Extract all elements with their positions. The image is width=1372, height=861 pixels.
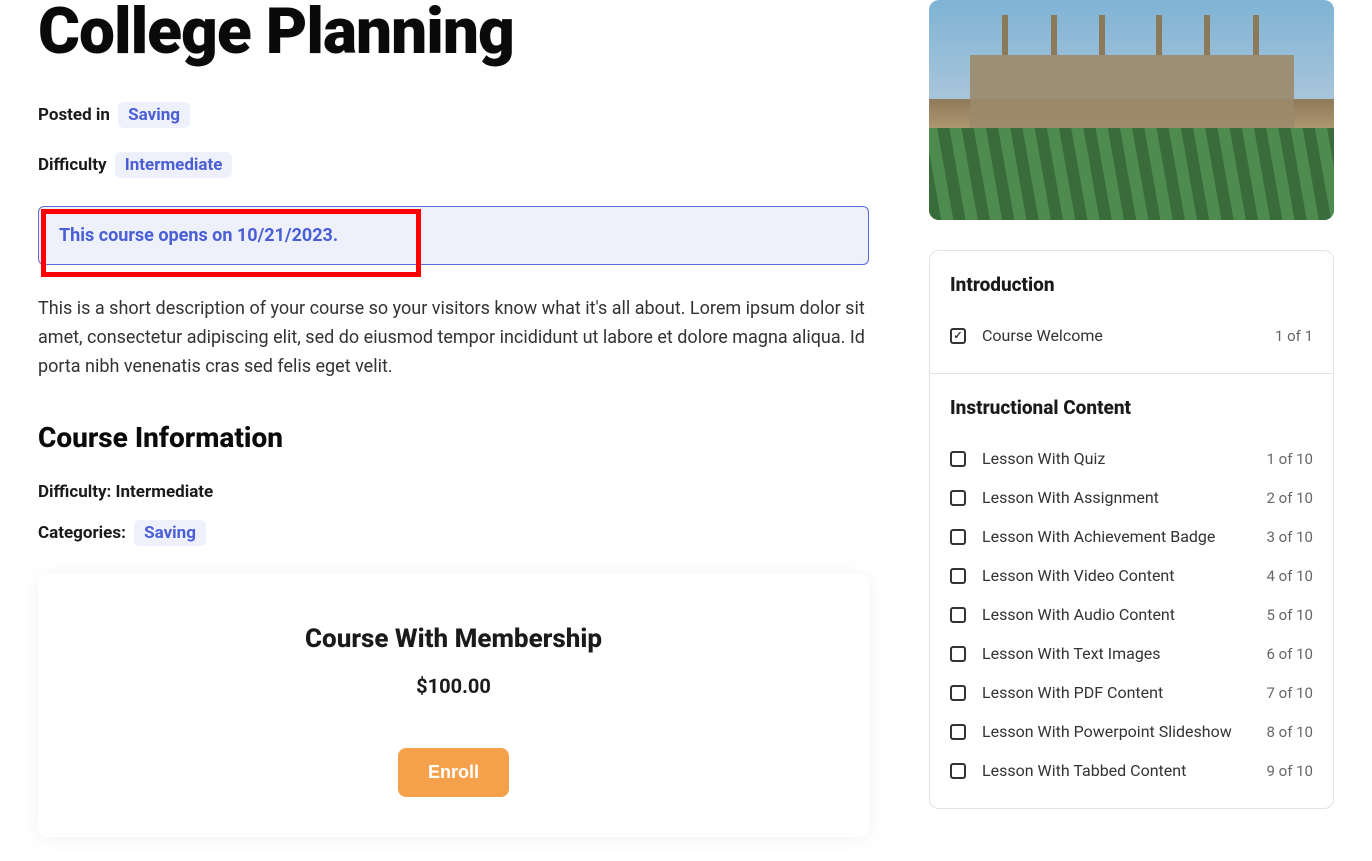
lesson-progress: 5 of 10	[1266, 606, 1313, 624]
lesson-progress: 8 of 10	[1266, 723, 1313, 741]
lesson-progress: 1 of 10	[1266, 450, 1313, 468]
enroll-button[interactable]: Enroll	[398, 748, 509, 797]
membership-card: Course With Membership $100.00 Enroll	[38, 574, 869, 837]
checkbox-icon	[950, 490, 966, 506]
posted-in-row: Posted in Saving	[38, 102, 869, 128]
checkbox-icon	[950, 529, 966, 545]
lesson-title: Lesson With Assignment	[982, 488, 1250, 507]
posted-in-badge[interactable]: Saving	[118, 102, 190, 128]
checkbox-icon	[950, 607, 966, 623]
course-outline: Introduction Course Welcome 1 of 1 Instruct…	[929, 250, 1334, 809]
lesson-row[interactable]: Lesson With Achievement Badge 3 of 10	[950, 517, 1313, 556]
categories-badge[interactable]: Saving	[134, 520, 206, 546]
lesson-row[interactable]: Lesson With Video Content 4 of 10	[950, 556, 1313, 595]
lesson-title: Lesson With Achievement Badge	[982, 527, 1250, 546]
lesson-title: Lesson With Tabbed Content	[982, 761, 1250, 780]
course-open-notice: This course opens on 10/21/2023.	[38, 206, 869, 265]
difficulty-badge: Intermediate	[115, 152, 233, 178]
lesson-row[interactable]: Lesson With Tabbed Content 9 of 10	[950, 751, 1313, 790]
lesson-progress: 6 of 10	[1266, 645, 1313, 663]
checkbox-checked-icon	[950, 328, 966, 344]
lesson-row[interactable]: Lesson With Quiz 1 of 10	[950, 439, 1313, 478]
lesson-row[interactable]: Lesson With Text Images 6 of 10	[950, 634, 1313, 673]
lesson-progress: 4 of 10	[1266, 567, 1313, 585]
course-description: This is a short description of your cour…	[38, 295, 869, 381]
checkbox-icon	[950, 763, 966, 779]
lesson-progress: 3 of 10	[1266, 528, 1313, 546]
lesson-progress: 2 of 10	[1266, 489, 1313, 507]
lesson-title: Lesson With Powerpoint Slideshow	[982, 722, 1250, 741]
difficulty-label: Difficulty	[38, 155, 107, 175]
checkbox-icon	[950, 724, 966, 740]
lesson-title: Lesson With Quiz	[982, 449, 1250, 468]
posted-in-label: Posted in	[38, 105, 110, 125]
course-info-heading: Course Information	[38, 421, 869, 454]
lesson-title: Lesson With Video Content	[982, 566, 1250, 585]
page-title: College Planning	[38, 0, 869, 64]
notice-text: This course opens on 10/21/2023.	[59, 225, 338, 246]
lesson-progress: 9 of 10	[1266, 762, 1313, 780]
checkbox-icon	[950, 646, 966, 662]
difficulty-row: Difficulty Intermediate	[38, 152, 869, 178]
categories-label: Categories:	[38, 523, 126, 543]
checkbox-icon	[950, 685, 966, 701]
difficulty-info: Difficulty: Intermediate	[38, 482, 869, 502]
lesson-row[interactable]: Course Welcome 1 of 1	[950, 316, 1313, 355]
membership-title: Course With Membership	[68, 624, 839, 654]
lesson-progress: 1 of 1	[1275, 327, 1313, 345]
lesson-title: Lesson With Audio Content	[982, 605, 1250, 624]
lesson-title: Course Welcome	[982, 326, 1259, 345]
lesson-row[interactable]: Lesson With PDF Content 7 of 10	[950, 673, 1313, 712]
membership-price: $100.00	[68, 674, 839, 698]
checkbox-icon	[950, 568, 966, 584]
outline-section: Introduction Course Welcome 1 of 1	[930, 251, 1333, 373]
lesson-row[interactable]: Lesson With Audio Content 5 of 10	[950, 595, 1313, 634]
lesson-title: Lesson With PDF Content	[982, 683, 1250, 702]
lesson-title: Lesson With Text Images	[982, 644, 1250, 663]
course-hero-image	[929, 0, 1334, 220]
lesson-progress: 7 of 10	[1266, 684, 1313, 702]
outline-section-heading: Introduction	[950, 273, 1313, 296]
outline-section-heading: Instructional Content	[950, 396, 1313, 419]
outline-section: Instructional Content Lesson With Quiz 1 o…	[930, 373, 1333, 808]
lesson-row[interactable]: Lesson With Powerpoint Slideshow 8 of 10	[950, 712, 1313, 751]
categories-info: Categories: Saving	[38, 520, 869, 546]
lesson-row[interactable]: Lesson With Assignment 2 of 10	[950, 478, 1313, 517]
checkbox-icon	[950, 451, 966, 467]
